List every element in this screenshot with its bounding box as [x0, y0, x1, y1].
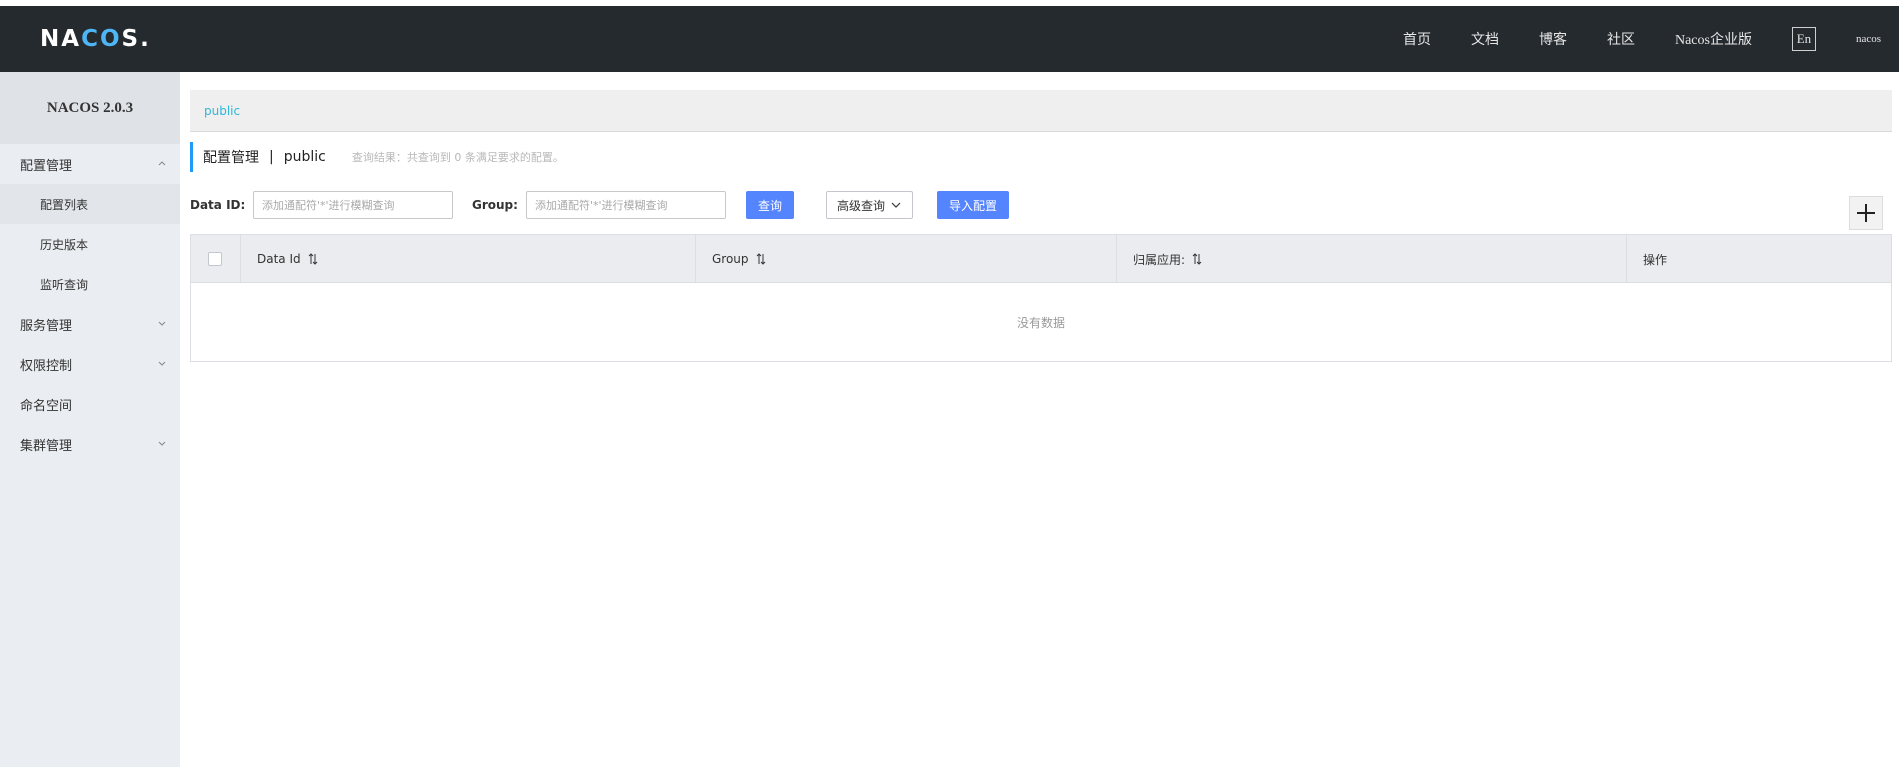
- sidebar-version-title: NACOS 2.0.3: [0, 72, 180, 144]
- sidebar-group-namespace[interactable]: 命名空间: [0, 384, 180, 424]
- column-label: 归属应用:: [1133, 252, 1186, 267]
- namespace-tab-public[interactable]: public: [204, 104, 240, 118]
- config-table: Data Id Group 归属应用: 操作 没有数据: [190, 234, 1892, 362]
- column-label: 操作: [1643, 252, 1668, 267]
- import-config-button[interactable]: 导入配置: [937, 191, 1010, 219]
- nav-home-link[interactable]: 首页: [1403, 29, 1431, 49]
- chevron-down-icon: [158, 441, 166, 446]
- chevron-down-icon: [158, 361, 166, 366]
- sidebar-group-access-control[interactable]: 权限控制: [0, 344, 180, 384]
- query-button[interactable]: 查询: [746, 191, 795, 219]
- logo-text-na: NA: [40, 26, 82, 52]
- data-id-input[interactable]: [253, 191, 453, 219]
- nav-docs-link[interactable]: 文档: [1471, 29, 1499, 49]
- sidebar-group-label: 服务管理: [20, 318, 73, 334]
- title-separator: |: [269, 149, 274, 165]
- user-name[interactable]: nacos: [1856, 33, 1881, 45]
- nav-community-link[interactable]: 社区: [1607, 29, 1635, 49]
- advanced-query-label: 高级查询: [837, 198, 886, 213]
- main-content: public 配置管理 | public 查询结果：共查询到 0 条满足要求的配…: [190, 72, 1892, 767]
- sidebar-group-label: 配置管理: [20, 158, 73, 174]
- header-select-all-cell: [191, 235, 241, 283]
- page-header: 配置管理 | public 查询结果：共查询到 0 条满足要求的配置。: [190, 142, 564, 172]
- column-header-group[interactable]: Group: [696, 235, 1117, 283]
- sort-icon[interactable]: [1191, 253, 1203, 265]
- sidebar-item-history[interactable]: 历史版本: [0, 224, 180, 264]
- group-input[interactable]: [526, 191, 726, 219]
- column-label: Data Id: [257, 252, 301, 266]
- nacos-logo[interactable]: NA CO S .: [40, 24, 151, 54]
- table-header: Data Id Group 归属应用: 操作: [191, 235, 1891, 283]
- nav-enterprise-link[interactable]: Nacos企业版: [1675, 29, 1752, 49]
- sidebar-group-label: 权限控制: [20, 358, 73, 374]
- language-switch-button[interactable]: En: [1791, 27, 1816, 51]
- chevron-down-icon: [891, 202, 901, 208]
- sort-icon[interactable]: [307, 253, 319, 265]
- logo-dot: .: [140, 26, 151, 52]
- sidebar-group-config-management[interactable]: 配置管理: [0, 144, 180, 184]
- sidebar-group-service-management[interactable]: 服务管理: [0, 304, 180, 344]
- sidebar-item-config-list[interactable]: 配置列表: [0, 184, 180, 224]
- empty-state-text: 没有数据: [1016, 315, 1065, 330]
- logo-text-s: S: [121, 26, 141, 52]
- column-header-actions: 操作: [1627, 235, 1891, 283]
- column-label: Group: [712, 252, 749, 266]
- advanced-query-button[interactable]: 高级查询: [826, 191, 914, 219]
- data-id-label: Data ID:: [190, 198, 246, 212]
- sidebar-item-label: 配置列表: [40, 197, 89, 212]
- namespace-bar: public: [190, 90, 1892, 132]
- chevron-up-icon: [158, 161, 166, 166]
- query-result-text: 查询结果：共查询到 0 条满足要求的配置。: [351, 151, 564, 164]
- table-body: 没有数据: [191, 283, 1891, 361]
- top-nav-bar: NA CO S . 首页 文档 博客 社区 Nacos企业版 En nacos: [0, 6, 1899, 72]
- group-label: Group:: [472, 198, 518, 212]
- column-header-data-id[interactable]: Data Id: [241, 235, 696, 283]
- sidebar-group-label: 集群管理: [20, 438, 73, 454]
- sidebar-group-cluster-management[interactable]: 集群管理: [0, 424, 180, 464]
- plus-icon: [1857, 204, 1875, 222]
- chevron-down-icon: [158, 321, 166, 326]
- top-nav-links: 首页 文档 博客 社区 Nacos企业版 En nacos: [1403, 6, 1899, 72]
- logo-text-co: CO: [81, 26, 122, 52]
- sidebar-item-label: 监听查询: [40, 277, 89, 292]
- sidebar: NACOS 2.0.3 配置管理 配置列表 历史版本 监听查询 服务管理 权限控…: [0, 72, 180, 767]
- page-namespace: public: [283, 149, 326, 165]
- nav-blog-link[interactable]: 博客: [1539, 29, 1567, 49]
- search-form: Data ID: Group: 查询 高级查询 导入配置: [190, 191, 1892, 223]
- column-header-app[interactable]: 归属应用:: [1117, 235, 1627, 283]
- sidebar-group-label: 命名空间: [20, 398, 73, 414]
- select-all-checkbox[interactable]: [208, 252, 222, 266]
- sidebar-item-label: 历史版本: [40, 237, 89, 252]
- sidebar-item-listener-query[interactable]: 监听查询: [0, 264, 180, 304]
- sort-icon[interactable]: [755, 253, 767, 265]
- page-title: 配置管理: [203, 150, 259, 166]
- add-config-button[interactable]: [1849, 196, 1883, 230]
